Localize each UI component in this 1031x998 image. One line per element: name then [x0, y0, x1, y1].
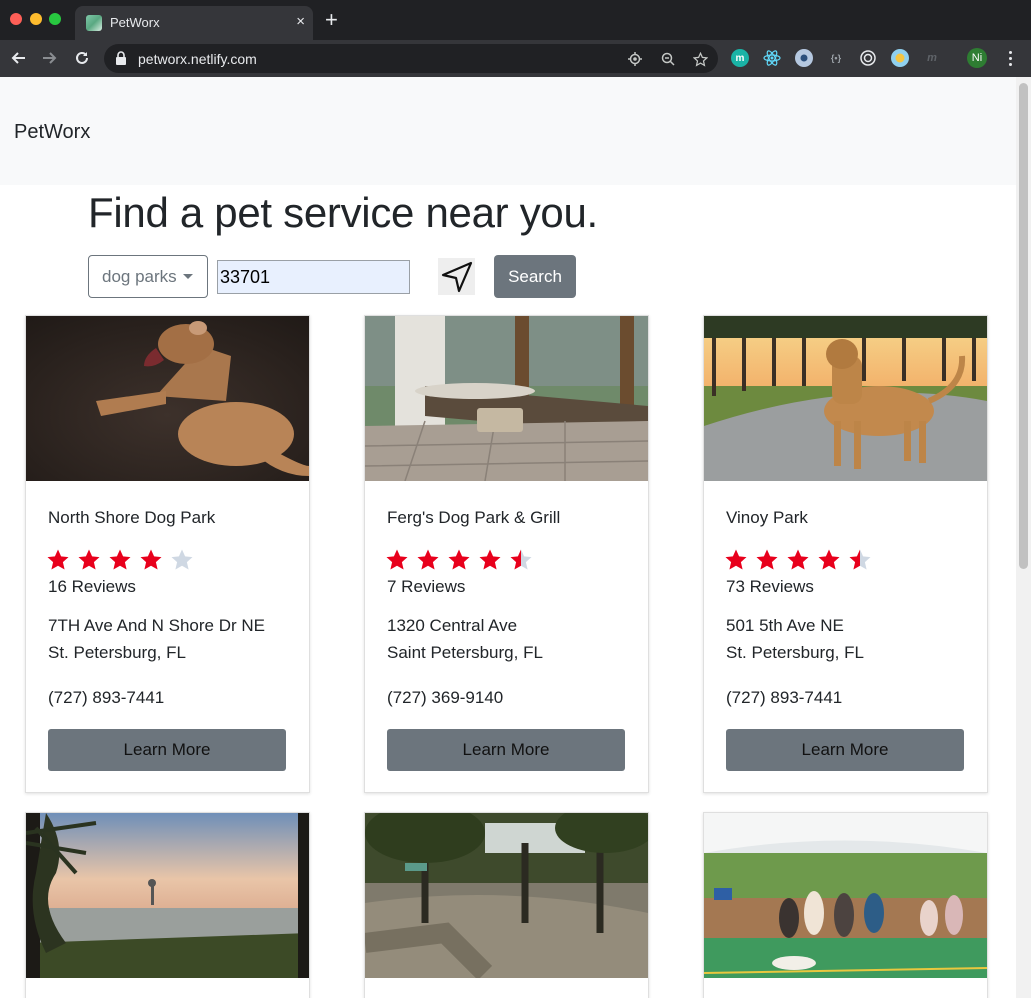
profile-avatar[interactable]: Ni — [967, 48, 987, 68]
review-count: 7 Reviews — [387, 577, 466, 596]
star-filled-icon — [756, 549, 778, 570]
review-count: 16 Reviews — [48, 577, 136, 596]
tab-title: PetWorx — [110, 15, 160, 30]
star-filled-icon — [787, 549, 809, 570]
back-arrow-icon[interactable] — [6, 46, 30, 70]
address-bar[interactable]: petworx.netlify.com — [104, 44, 718, 73]
review-count: 73 Reviews — [726, 577, 814, 596]
star-filled-icon — [479, 549, 501, 570]
reload-icon[interactable] — [70, 46, 94, 70]
extension-alarm-icon[interactable] — [891, 49, 909, 67]
dog-park-photo[interactable] — [365, 316, 648, 481]
browser-tab[interactable]: PetWorx × — [75, 6, 313, 40]
phone-number: (727) 369-9140 — [387, 688, 504, 707]
star-filled-icon — [417, 549, 439, 570]
lock-icon — [115, 51, 127, 70]
search-button[interactable]: Search — [494, 255, 576, 298]
navigation-arrow-icon — [441, 261, 472, 292]
star-rating — [724, 548, 872, 572]
zip-input[interactable]: 33701 — [217, 260, 410, 294]
use-location-button[interactable] — [438, 258, 475, 295]
star-filled-icon — [140, 549, 162, 570]
dog-park-photo[interactable] — [704, 813, 987, 978]
extension-braces-icon[interactable]: {•} — [827, 49, 845, 67]
react-devtools-icon[interactable] — [763, 49, 781, 67]
learn-more-button[interactable]: Learn More — [48, 729, 286, 771]
bookmark-star-icon[interactable] — [691, 50, 709, 68]
location-target-icon[interactable] — [626, 50, 644, 68]
star-filled-icon — [47, 549, 69, 570]
learn-more-button[interactable]: Learn More — [387, 729, 625, 771]
star-half-icon — [510, 549, 532, 570]
window-minimize-button[interactable] — [30, 13, 42, 25]
url-text: petworx.netlify.com — [138, 51, 257, 67]
star-rating — [385, 548, 533, 572]
address-line2: Saint Petersburg, FL — [387, 643, 543, 662]
star-filled-icon — [109, 549, 131, 570]
page-viewport: PetWorx Find a pet service near you. dog… — [0, 77, 1031, 998]
address-line2: St. Petersburg, FL — [48, 643, 186, 662]
new-tab-button[interactable]: + — [325, 8, 338, 32]
favicon-icon — [86, 15, 102, 31]
site-navbar: PetWorx — [0, 77, 1016, 185]
zip-input-value: 33701 — [220, 266, 271, 287]
address-line1: 501 5th Ave NE — [726, 616, 844, 635]
learn-more-button[interactable]: Learn More — [726, 729, 964, 771]
star-filled-icon — [78, 549, 100, 570]
dog-park-photo[interactable] — [704, 316, 987, 481]
scrollbar-thumb[interactable] — [1019, 83, 1028, 569]
result-card[interactable] — [703, 812, 988, 998]
address-line1: 1320 Central Ave — [387, 616, 518, 635]
page-title: Find a pet service near you. — [88, 189, 598, 236]
result-card[interactable]: Ferg's Dog Park & Grill 7 Reviews 1320 C… — [364, 315, 649, 793]
star-filled-icon — [818, 549, 840, 570]
star-filled-icon — [386, 549, 408, 570]
dog-park-photo[interactable] — [365, 813, 648, 978]
forward-arrow-icon[interactable] — [38, 46, 62, 70]
card-title[interactable]: Ferg's Dog Park & Grill — [387, 508, 560, 528]
phone-number: (727) 893-7441 — [48, 688, 165, 707]
address-line1: 7TH Ave And N Shore Dr NE — [48, 616, 266, 635]
result-card[interactable]: North Shore Dog Park 16 Reviews 7TH Ave … — [25, 315, 310, 793]
phone-number: (727) 893-7441 — [726, 688, 843, 707]
extension-m-icon[interactable]: m — [731, 49, 749, 67]
result-card[interactable]: Vinoy Park 73 Reviews 501 5th Ave NE St.… — [703, 315, 988, 793]
window-zoom-button[interactable] — [49, 13, 61, 25]
card-title[interactable]: North Shore Dog Park — [48, 508, 215, 528]
dog-park-photo[interactable] — [26, 316, 309, 481]
page-scrollbar[interactable] — [1016, 77, 1031, 998]
star-filled-icon — [725, 549, 747, 570]
star-empty-icon — [171, 549, 193, 570]
tab-close-icon[interactable]: × — [296, 13, 305, 31]
card-title[interactable]: Vinoy Park — [726, 508, 808, 528]
address-line2: St. Petersburg, FL — [726, 643, 864, 662]
category-dropdown[interactable]: dog parks — [88, 255, 208, 298]
browser-toolbar: petworx.netlify.com m {•} m Ni — [0, 40, 1031, 77]
result-card[interactable] — [25, 812, 310, 998]
extension-drop-icon[interactable] — [795, 49, 813, 67]
star-filled-icon — [448, 549, 470, 570]
browser-tab-strip: PetWorx × + — [0, 0, 1031, 40]
dog-park-photo[interactable] — [26, 813, 309, 978]
extension-m-gray-icon[interactable]: m — [923, 49, 941, 67]
category-dropdown-label: dog parks — [102, 266, 177, 286]
caret-down-icon — [182, 274, 193, 279]
browser-menu-icon[interactable] — [1000, 48, 1020, 68]
star-half-icon — [849, 549, 871, 570]
zoom-out-icon[interactable] — [659, 50, 677, 68]
window-close-button[interactable] — [10, 13, 22, 25]
extension-target-icon[interactable] — [859, 49, 877, 67]
star-rating — [46, 548, 194, 572]
brand-logo-text[interactable]: PetWorx — [14, 121, 90, 144]
result-card[interactable] — [364, 812, 649, 998]
